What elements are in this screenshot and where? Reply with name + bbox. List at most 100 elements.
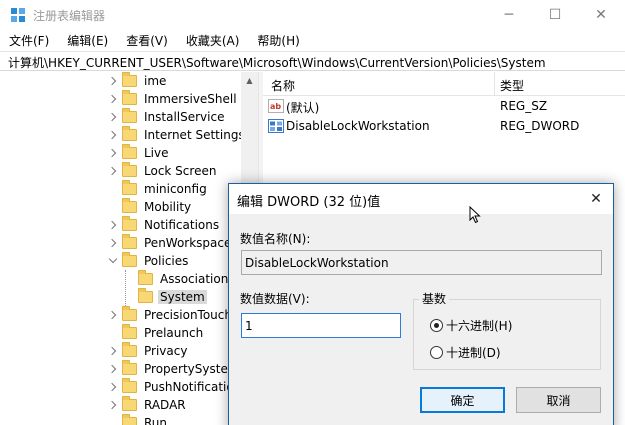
- folder-open-icon: [122, 252, 137, 267]
- radio-checked-icon[interactable]: [430, 319, 443, 332]
- tree-item-label: Associations: [160, 272, 235, 286]
- folder-icon: [122, 360, 137, 375]
- tree-item-label: Mobility: [144, 200, 192, 214]
- dialog-close-button[interactable]: ✕: [579, 184, 613, 214]
- chevron-down-icon[interactable]: [108, 252, 118, 270]
- radio-hexadecimal[interactable]: 十六进制(H): [430, 317, 512, 334]
- column-divider[interactable]: [494, 72, 495, 96]
- chevron-placeholder: [124, 288, 134, 306]
- tree-item-run[interactable]: Run: [108, 414, 169, 425]
- folder-icon: [122, 234, 137, 249]
- value-data-input[interactable]: 1: [241, 313, 401, 338]
- tree-item-label: Policies: [144, 254, 189, 268]
- list-row[interactable]: DisableLockWorkstation REG_DWORD: [263, 117, 625, 137]
- tree-item-policies[interactable]: Policies: [108, 252, 190, 270]
- tree-item-label: Prelaunch: [144, 326, 204, 340]
- chevron-placeholder: [108, 324, 118, 342]
- tree-item-penworkspace[interactable]: PenWorkspace: [108, 234, 233, 252]
- value-data-text: 1: [245, 319, 253, 333]
- chevron-right-icon[interactable]: [108, 108, 118, 126]
- radio-dec-label: 十进制(D): [446, 346, 501, 360]
- tree-item-mobility[interactable]: Mobility: [108, 198, 193, 216]
- close-button[interactable]: ✕: [578, 0, 624, 30]
- tree-item-system[interactable]: System: [124, 288, 207, 306]
- menu-favorites[interactable]: 收藏夹(A): [179, 30, 247, 50]
- folder-icon: [122, 144, 137, 159]
- tree-item-label: Run: [144, 416, 168, 425]
- tree-item-associations[interactable]: Associations: [124, 270, 237, 288]
- menu-edit[interactable]: 编辑(E): [60, 30, 115, 50]
- mouse-cursor-icon: [469, 206, 481, 224]
- chevron-right-icon[interactable]: [108, 396, 118, 414]
- chevron-right-icon[interactable]: [108, 378, 118, 396]
- chevron-right-icon[interactable]: [108, 126, 118, 144]
- menu-help[interactable]: 帮助(H): [250, 30, 306, 50]
- radio-unchecked-icon[interactable]: [430, 346, 443, 359]
- tree-item-installservice[interactable]: InstallService: [108, 108, 226, 126]
- value-name-field: DisableLockWorkstation: [241, 250, 602, 275]
- maximize-icon: ☐: [548, 7, 562, 23]
- value-name: (默认): [286, 101, 320, 115]
- tree-item-label: PropertySystem: [144, 362, 240, 376]
- tree-item-propertysystem[interactable]: PropertySystem: [108, 360, 242, 378]
- minimize-button[interactable]: ─: [486, 0, 532, 30]
- close-icon: ✕: [595, 7, 607, 23]
- dialog-title: 编辑 DWORD (32 位)值: [237, 195, 381, 210]
- address-path[interactable]: 计算机\HKEY_CURRENT_USER\Software\Microsoft…: [8, 54, 546, 71]
- chevron-right-icon[interactable]: [108, 216, 118, 234]
- folder-icon: [138, 288, 153, 303]
- chevron-right-icon[interactable]: [108, 72, 118, 90]
- edit-dword-dialog: 编辑 DWORD (32 位)值 ✕ 数值名称(N): DisableLockW…: [228, 183, 614, 425]
- column-header-name[interactable]: 名称: [271, 77, 295, 94]
- chevron-right-icon[interactable]: [108, 306, 118, 324]
- title-bar: 注册表编辑器 ─ ☐ ✕: [0, 0, 625, 30]
- menu-file[interactable]: 文件(F): [0, 30, 56, 50]
- chevron-placeholder: [108, 180, 118, 198]
- chevron-right-icon[interactable]: [108, 144, 118, 162]
- radio-decimal[interactable]: 十进制(D): [430, 344, 501, 361]
- tree-item-label: ImmersiveShell: [144, 92, 237, 106]
- folder-icon: [122, 162, 137, 177]
- key-tree: ime ImmersiveShell InstallService Intern…: [0, 72, 258, 425]
- svg-text:ab: ab: [270, 102, 281, 111]
- tree-item-ime[interactable]: ime: [108, 72, 168, 90]
- chevron-placeholder: [124, 270, 134, 288]
- scroll-up-arrow-icon[interactable]: ▲: [241, 72, 258, 89]
- tree-item-label: InstallService: [144, 110, 225, 124]
- maximize-button[interactable]: ☐: [532, 0, 578, 30]
- tree-item-prelaunch[interactable]: Prelaunch: [108, 324, 205, 342]
- tree-item-miniconfig[interactable]: miniconfig: [108, 180, 209, 198]
- folder-icon: [122, 414, 137, 425]
- address-bar[interactable]: 计算机\HKEY_CURRENT_USER\Software\Microsoft…: [0, 51, 625, 71]
- tree-item-precisiontouch[interactable]: PrecisionTouch: [108, 306, 234, 324]
- tree-item-radar[interactable]: RADAR: [108, 396, 188, 414]
- tree-item-label: Live: [144, 146, 169, 160]
- radio-hex-label: 十六进制(H): [446, 319, 513, 333]
- chevron-right-icon[interactable]: [108, 162, 118, 180]
- chevron-placeholder: [108, 414, 118, 425]
- cancel-button-label: 取消: [546, 393, 571, 408]
- folder-icon: [122, 342, 137, 357]
- tree-item-internet-settings[interactable]: Internet Settings: [108, 126, 247, 144]
- tree-item-live[interactable]: Live: [108, 144, 171, 162]
- tree-item-label: RADAR: [144, 398, 186, 412]
- chevron-right-icon[interactable]: [108, 342, 118, 360]
- tree-item-label: System: [158, 290, 207, 304]
- tree-item-notifications[interactable]: Notifications: [108, 216, 221, 234]
- regedit-app-icon: [11, 8, 25, 22]
- column-header-type[interactable]: 类型: [500, 77, 524, 94]
- list-row[interactable]: ab (默认) REG_SZ: [263, 97, 625, 117]
- chevron-right-icon[interactable]: [108, 234, 118, 252]
- folder-icon: [122, 198, 137, 213]
- cancel-button[interactable]: 取消: [516, 387, 601, 413]
- menu-view[interactable]: 查看(V): [119, 30, 175, 50]
- ok-button[interactable]: 确定: [420, 387, 505, 413]
- chevron-right-icon[interactable]: [108, 90, 118, 108]
- tree-item-label: PrecisionTouch: [144, 308, 232, 322]
- tree-item-pushnotification[interactable]: PushNotification: [108, 378, 243, 396]
- chevron-right-icon[interactable]: [108, 360, 118, 378]
- tree-item-immersiveshell[interactable]: ImmersiveShell: [108, 90, 239, 108]
- close-icon: ✕: [590, 191, 602, 207]
- tree-item-lock-screen[interactable]: Lock Screen: [108, 162, 218, 180]
- tree-item-privacy[interactable]: Privacy: [108, 342, 189, 360]
